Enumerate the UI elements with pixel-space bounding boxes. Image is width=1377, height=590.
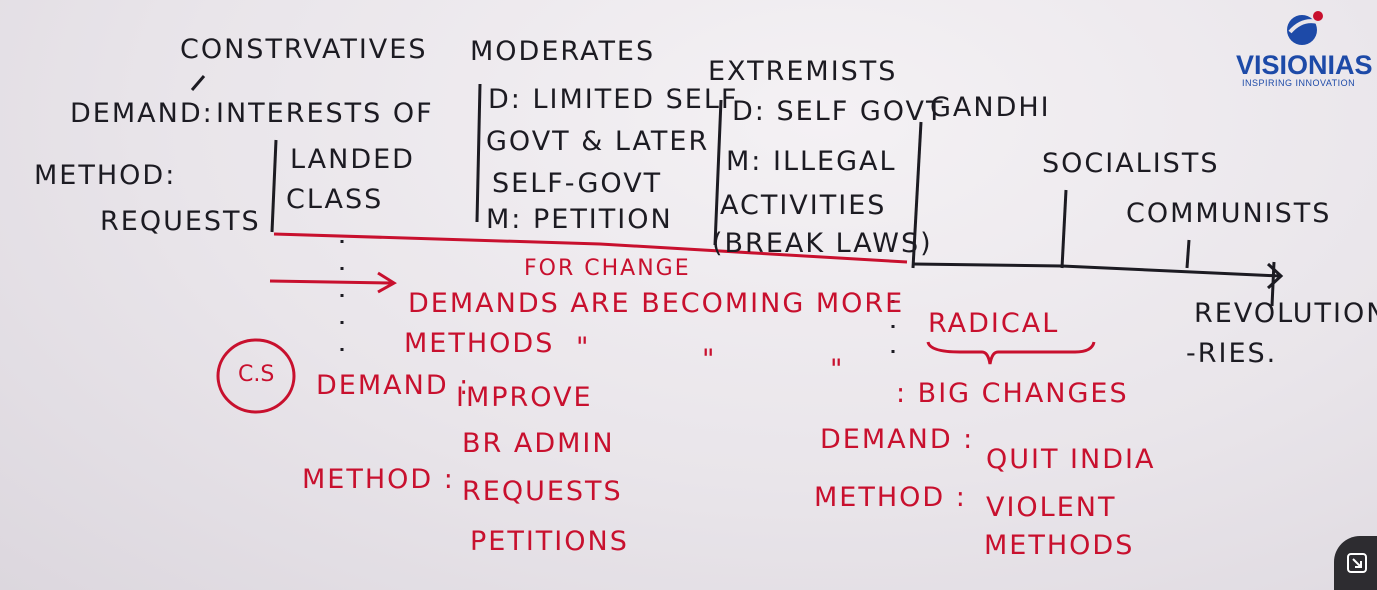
header-communists: COMMUNISTS (1126, 198, 1332, 229)
divider-moderates (475, 83, 482, 223)
trend-ditto-1: " (576, 332, 591, 363)
trend-ditto-2: " (702, 344, 717, 375)
expand-icon (1347, 553, 1367, 573)
moderates-line-3: SELF-GOVT (492, 168, 663, 199)
gandhi-demand: QUIT INDIA (986, 444, 1156, 475)
header-extremists: EXTREMISTS (708, 56, 898, 87)
visionias-logo: VISIONIAS INSPIRING INNOVATION (1232, 6, 1377, 92)
red-arrow (269, 279, 393, 285)
conservatives-method-label: METHOD: (34, 160, 177, 191)
conservatives-demand-1: INTERESTS OF (216, 98, 434, 129)
cs-method-2: PETITIONS (470, 526, 629, 557)
header-revolutionaries-1: REVOLUTIONA (1194, 298, 1377, 329)
extremists-line-2: M: ILLEGAL (726, 146, 897, 177)
globe-icon (1287, 11, 1323, 45)
gandhi-method-1: VIOLENT (986, 492, 1117, 523)
trend-radical: RADICAL (928, 308, 1060, 339)
cs-method-label: METHOD : (302, 464, 455, 495)
trend-ditto-3: " (830, 354, 845, 385)
divider-communists (1185, 239, 1191, 269)
moderates-line-1: D: LIMITED SELF (488, 84, 739, 115)
divider-extremists (713, 99, 723, 246)
conservatives-demand-label: DEMAND: (70, 98, 214, 129)
header-gandhi: GANDHI (930, 92, 1051, 123)
extremists-line-4: (BREAK LAWS) (712, 228, 933, 259)
radical-brace (926, 341, 1096, 365)
gandhi-method-2: METHODS (984, 530, 1135, 561)
conservatives-tick (190, 75, 206, 91)
header-revolutionaries-2: -RIES. (1186, 338, 1278, 369)
conservatives-demand-3: CLASS (286, 184, 384, 215)
divider-conservatives (270, 139, 278, 233)
cs-demand-label: DEMAND : (316, 370, 471, 401)
trend-big-changes: : BIG CHANGES (896, 378, 1129, 409)
expand-button[interactable] (1334, 536, 1377, 590)
header-conservatives: CONSTRVATIVES (180, 34, 428, 65)
moderates-line-2: GOVT & LATER (486, 126, 710, 157)
gandhi-demand-label: DEMAND : (820, 424, 975, 455)
extremists-line-3: ACTIVITIES (720, 190, 887, 221)
trend-for-change: FOR CHANGE (524, 256, 691, 281)
conservatives-demand-2: LANDED (290, 144, 415, 175)
logo-name: VISIONIAS (1236, 50, 1373, 80)
conservatives-method: REQUESTS (100, 206, 261, 237)
extremists-line-1: D: SELF GOVT (732, 96, 945, 127)
cs-label: C.S (238, 362, 275, 387)
gandhi-method-label: METHOD : (814, 482, 967, 513)
cs-demand-1: IMPROVE (456, 382, 593, 413)
moderates-line-4: M: PETITION (486, 204, 673, 235)
header-socialists: SOCIALISTS (1042, 148, 1220, 179)
divider-socialists (1060, 189, 1068, 269)
trend-methods: METHODS (404, 328, 555, 359)
logo-tagline: INSPIRING INNOVATION (1242, 78, 1356, 88)
cs-demand-2: BR ADMIN (462, 428, 615, 459)
timeline-axis (912, 262, 1281, 278)
cs-method-1: REQUESTS (462, 476, 623, 507)
header-moderates: MODERATES (470, 36, 656, 67)
whiteboard: CONSTRVATIVES MODERATES EXTREMISTS GANDH… (0, 0, 1377, 590)
trend-line-1: DEMANDS ARE BECOMING MORE (408, 288, 905, 319)
